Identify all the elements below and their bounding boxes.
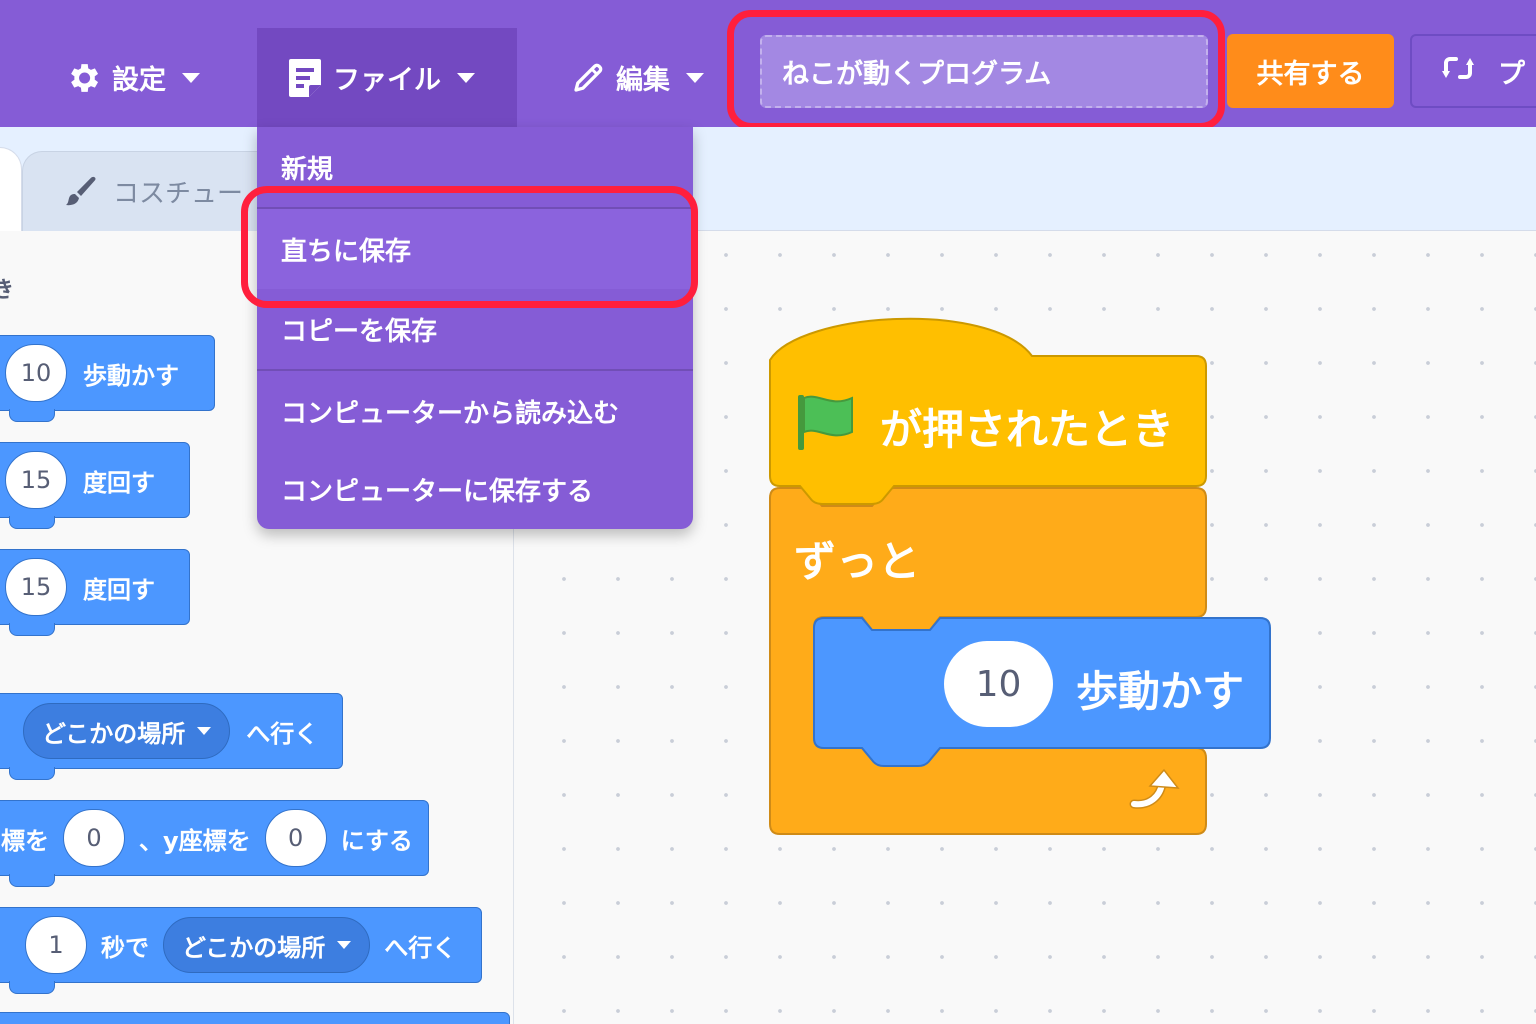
menu-item-save-copy[interactable]: コピーを保存 — [257, 289, 693, 369]
forever-block-label: ずっと — [794, 537, 921, 586]
hat-block-label: が押されたとき — [880, 405, 1175, 454]
menu-item-new[interactable]: 新規 — [257, 127, 693, 207]
menu-item-save-now[interactable]: 直ちに保存 — [257, 209, 693, 289]
script-blocks — [769, 317, 1271, 835]
move-block-label: 歩動かす — [1076, 667, 1245, 716]
file-dropdown-menu: 新規 直ちに保存 コピーを保存 コンピューターから読み込む コンピューターに保存… — [257, 127, 693, 529]
menu-item-load-from-computer[interactable]: コンピューターから読み込む — [257, 371, 693, 451]
menu-item-save-to-computer[interactable]: コンピューターに保存する — [257, 449, 693, 529]
script-steps-input[interactable]: 10 — [944, 641, 1053, 727]
